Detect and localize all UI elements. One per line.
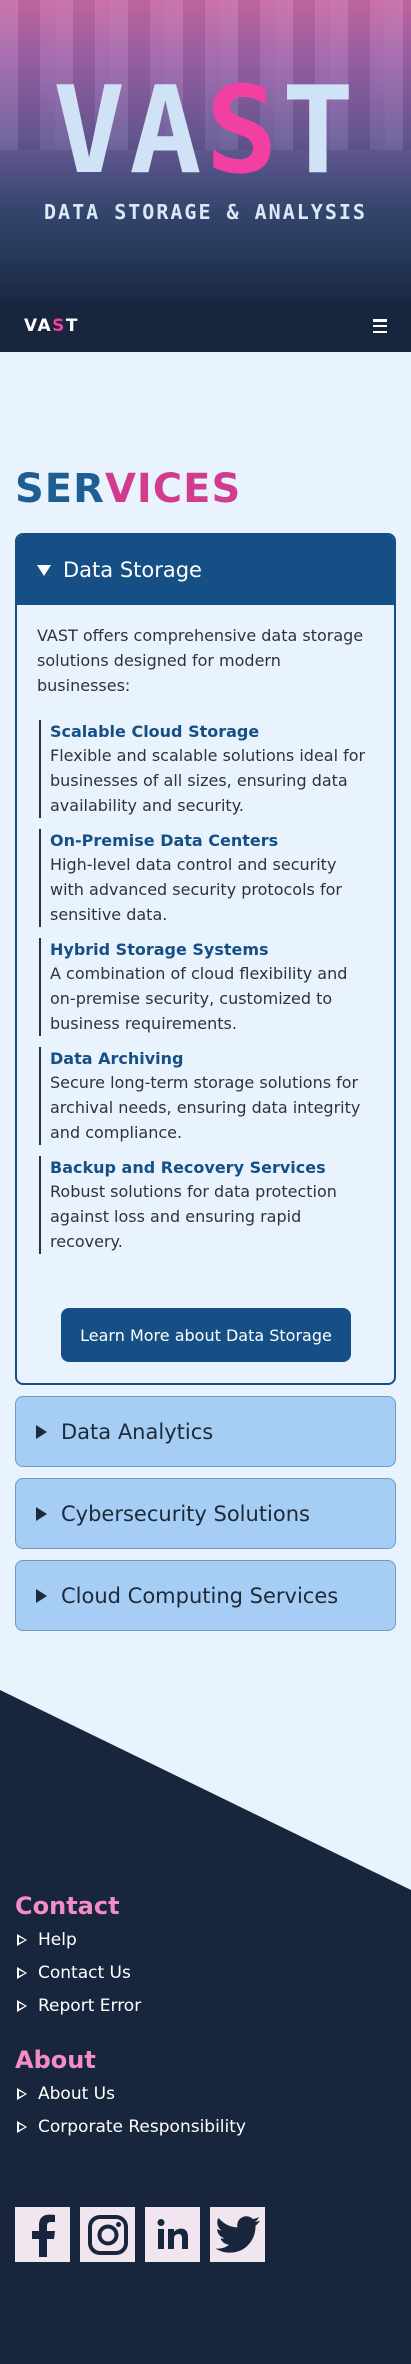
triangle-outline-icon [17, 2121, 27, 2133]
triangle-outline-icon [17, 1934, 27, 1946]
service-item-title: Backup and Recovery Services [50, 1158, 326, 1177]
facebook-icon[interactable] [15, 2207, 70, 2262]
accordion-label: Cybersecurity Solutions [61, 1501, 310, 1526]
nav-logo-part2: S [52, 316, 66, 336]
service-item-title: Data Archiving [50, 1049, 184, 1068]
service-item-desc: Secure long-term storage solutions for a… [50, 1073, 361, 1142]
service-item: Backup and Recovery Services Robust solu… [39, 1156, 374, 1254]
footer [0, 1690, 411, 2364]
nav-logo-part1: VA [24, 316, 53, 336]
services-heading: SERVICES [15, 466, 241, 512]
hero-title: VAST [0, 72, 411, 192]
triangle-right-icon [36, 1424, 47, 1439]
service-item-title: Scalable Cloud Storage [50, 722, 260, 741]
triangle-down-icon [37, 564, 51, 576]
services-heading-part2: VICES [104, 466, 242, 512]
accordion-intro: VAST offers comprehensive data storage s… [37, 626, 364, 695]
service-item-desc: Flexible and scalable solutions ideal fo… [50, 746, 366, 815]
footer-link-help[interactable]: Help [17, 1930, 77, 1950]
top-nav: VAST [0, 300, 411, 352]
footer-link-about-us[interactable]: About Us [17, 2084, 115, 2104]
hero-title-part3: T [281, 62, 358, 201]
footer-link-label: Report Error [38, 1996, 142, 2016]
footer-link-label: Contact Us [38, 1963, 131, 1983]
service-item-desc: High-level data control and security wit… [50, 855, 342, 924]
footer-link-corporate-responsibility[interactable]: Corporate Responsibility [17, 2117, 246, 2137]
triangle-outline-icon [17, 2000, 27, 2012]
footer-link-report-error[interactable]: Report Error [17, 1996, 141, 2016]
nav-logo[interactable]: VAST [24, 316, 79, 336]
hero-title-part1: VA [53, 62, 206, 201]
service-item: Scalable Cloud Storage Flexible and scal… [39, 720, 374, 818]
service-item: On-Premise Data Centers High-level data … [39, 829, 374, 927]
twitter-icon[interactable] [210, 2207, 265, 2262]
hamburger-icon[interactable] [373, 319, 387, 333]
instagram-icon[interactable] [80, 2207, 135, 2262]
accordion-body: VAST offers comprehensive data storage s… [17, 605, 394, 1254]
footer-link-label: About Us [38, 2084, 115, 2104]
footer-link-contact-us[interactable]: Contact Us [17, 1963, 131, 1983]
footer-about-heading: About [15, 2046, 96, 2074]
hero-title-part2: S [205, 62, 282, 201]
accordion-data-storage: Data Storage VAST offers comprehensive d… [15, 533, 396, 1385]
accordion-label: Data Analytics [61, 1419, 214, 1444]
service-item: Data Archiving Secure long-term storage … [39, 1047, 374, 1145]
footer-link-label: Corporate Responsibility [38, 2117, 246, 2137]
service-item: Hybrid Storage Systems A combination of … [39, 938, 374, 1036]
accordion-cybersecurity[interactable]: Cybersecurity Solutions [15, 1478, 396, 1549]
hero-subtitle: DATA STORAGE & ANALYSIS [44, 200, 367, 224]
service-item-title: On-Premise Data Centers [50, 831, 279, 850]
triangle-right-icon [36, 1506, 47, 1521]
accordion-label: Cloud Computing Services [61, 1583, 339, 1608]
accordion-label: Data Storage [63, 558, 202, 582]
service-item-desc: Robust solutions for data protection aga… [50, 1182, 337, 1251]
accordion-header-data-storage[interactable]: Data Storage [17, 535, 394, 605]
services-heading-part1: SER [15, 466, 105, 512]
triangle-right-icon [36, 1588, 47, 1603]
nav-logo-part3: T [65, 316, 80, 336]
service-item-title: Hybrid Storage Systems [50, 940, 269, 959]
learn-more-button[interactable]: Learn More about Data Storage [61, 1308, 351, 1362]
accordion-cloud-computing[interactable]: Cloud Computing Services [15, 1560, 396, 1631]
accordion-data-analytics[interactable]: Data Analytics [15, 1396, 396, 1467]
footer-link-label: Help [38, 1930, 77, 1950]
triangle-outline-icon [17, 1967, 27, 1979]
footer-contact-heading: Contact [15, 1892, 120, 1920]
hero-banner: VAST DATA STORAGE & ANALYSIS [0, 0, 411, 300]
service-item-desc: A combination of cloud flexibility and o… [50, 964, 348, 1033]
triangle-outline-icon [17, 2088, 27, 2100]
linkedin-icon[interactable] [145, 2207, 200, 2262]
